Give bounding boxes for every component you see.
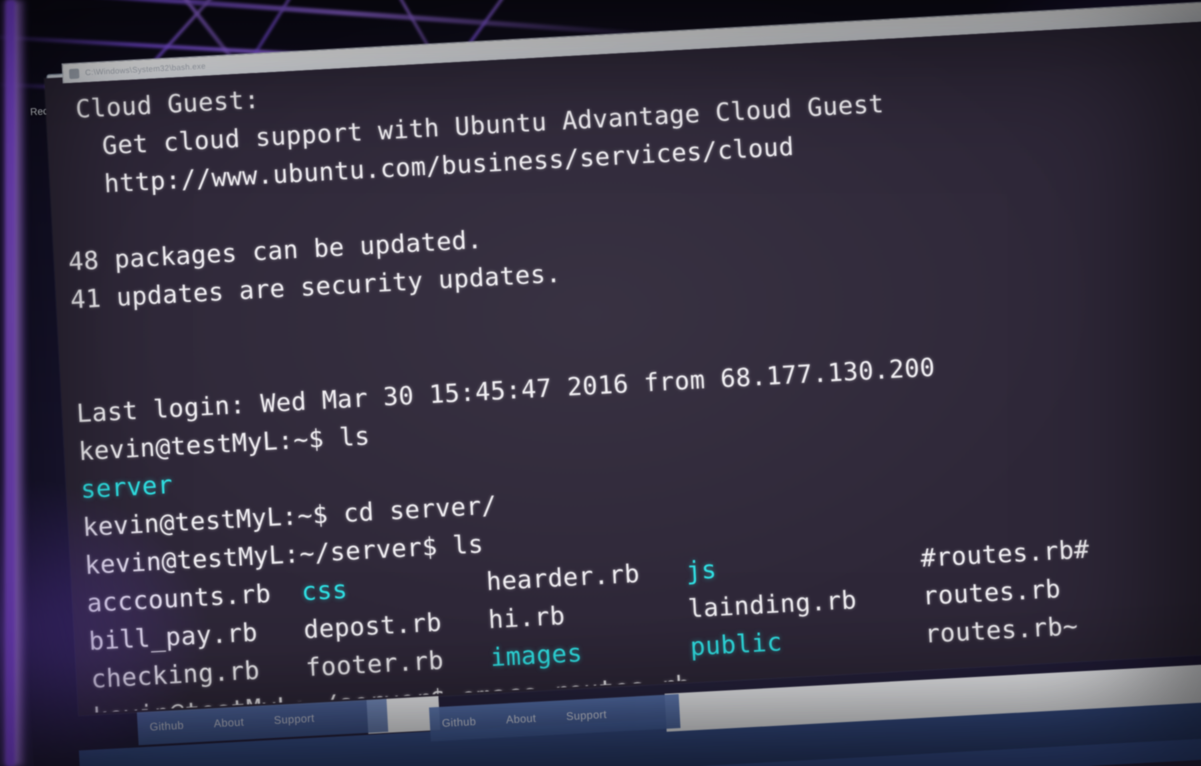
nav-link-support[interactable]: Support: [274, 713, 315, 727]
nav-link-about[interactable]: About: [213, 717, 244, 731]
shell-command: cd server/: [342, 490, 498, 528]
terminal-output-area[interactable]: Cloud Guest: Get cloud support with Ubun…: [44, 20, 1201, 714]
nav-link-github[interactable]: Github: [149, 720, 184, 734]
presentation-photo: Github About Support Github About Suppor…: [0, 0, 1201, 766]
terminal-window[interactable]: C:\Windows\System32\bash.exe Cloud Guest…: [44, 0, 1201, 716]
terminal-icon: [68, 68, 80, 79]
nav-link-about[interactable]: About: [506, 713, 537, 727]
terminal-title-text: C:\Windows\System32\bash.exe: [84, 61, 207, 78]
nav-link-support[interactable]: Support: [566, 709, 607, 723]
shell-command: ls: [451, 529, 485, 561]
dir-entry-server[interactable]: server: [80, 470, 174, 504]
shell-command: ls: [338, 421, 371, 452]
nav-link-github[interactable]: Github: [442, 716, 477, 730]
projected-screen: Github About Support Github About Suppor…: [0, 0, 1201, 766]
stage-light-left-core: [6, 0, 15, 766]
